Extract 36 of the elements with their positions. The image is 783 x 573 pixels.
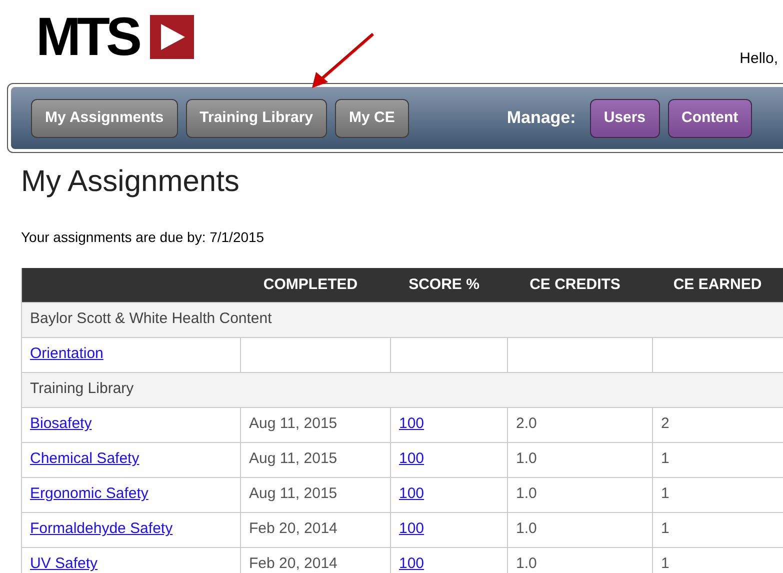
table-cell: Aug 11, 2015 [240,407,390,442]
table-cell: 1.0 [508,442,652,477]
page-title: My Assignments [21,167,240,197]
column-header: SCORE % [390,268,508,302]
score-link[interactable]: 100 [390,477,508,512]
table-cell: Feb 20, 2014 [240,512,390,547]
table-cell: 1.0 [508,512,652,547]
nav-button[interactable]: Training Library [186,98,327,138]
table-cell: Aug 11, 2015 [240,442,390,477]
column-header: CE CREDITS [508,268,652,302]
table-cell: 1.0 [508,477,652,512]
score-link[interactable]: 100 [390,442,508,477]
group-row: Training Library [22,372,783,407]
table-cell: Aug 11, 2015 [240,477,390,512]
column-header: CE EARNED [652,268,783,302]
course-link[interactable]: Ergonomic Safety [22,477,240,512]
group-row: Baylor Scott & White Health Content [22,302,783,337]
nav-button[interactable]: My CE [335,98,409,138]
column-header: COMPLETED [240,268,390,302]
course-link[interactable]: Formaldehyde Safety [22,512,240,547]
due-date-text: Your assignments are due by: 7/1/2015 [21,228,266,247]
score-link[interactable]: 100 [390,512,508,547]
greeting: Hello, [740,48,778,68]
course-link[interactable]: Biosafety [22,407,240,442]
manage-label: Manage: [506,107,576,130]
nav-button[interactable]: Content [668,98,752,138]
course-link[interactable]: Chemical Safety [22,442,240,477]
nav-button[interactable]: My Assignments [31,98,178,138]
logo-text: MTS [36,10,138,64]
play-logo-icon [150,15,194,59]
annotation-arrow [310,32,376,90]
course-link[interactable]: Orientation [22,337,240,372]
nav-button[interactable]: Users [590,98,660,138]
score-link[interactable]: 100 [390,407,508,442]
table-cell: 2.0 [508,407,652,442]
course-link[interactable]: UV Safety [22,547,240,573]
